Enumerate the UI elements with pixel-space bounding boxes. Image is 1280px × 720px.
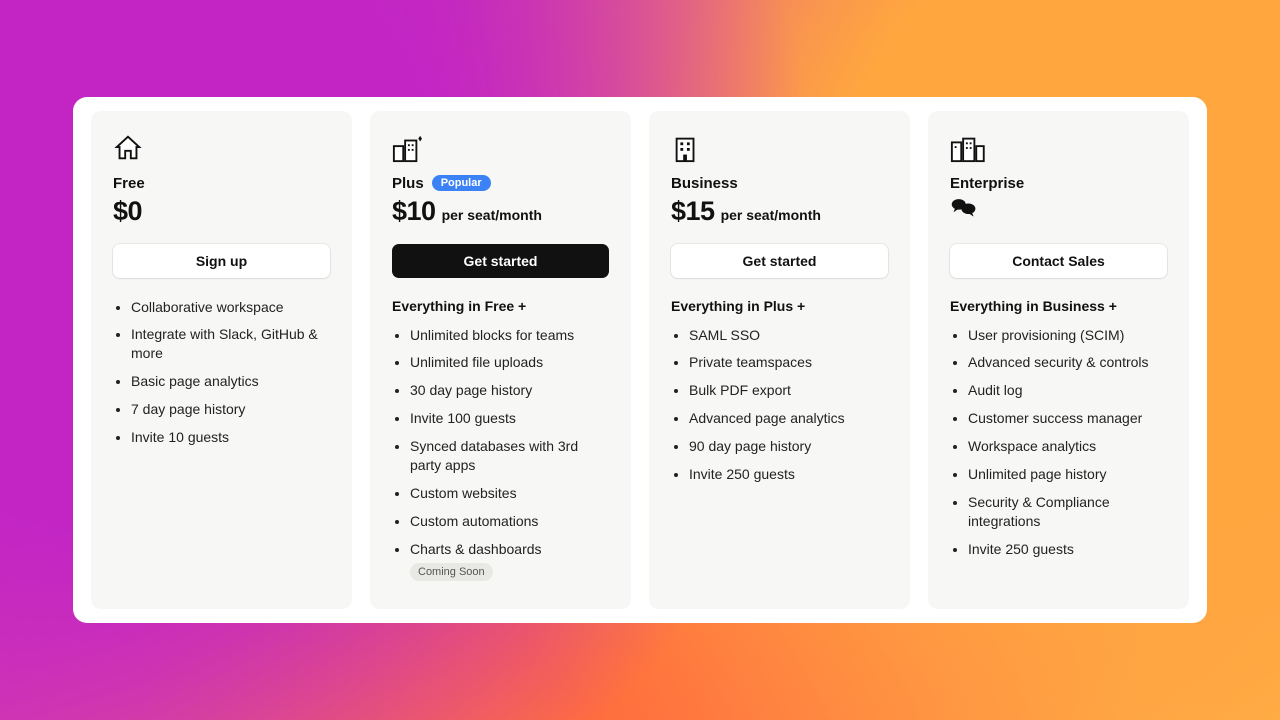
feature-item: Audit log (968, 381, 1167, 400)
plan-price: $10 (392, 196, 436, 227)
feature-item: Invite 250 guests (689, 465, 888, 484)
pricing-panel: Free $0 Sign up Collaborative workspace … (73, 97, 1207, 624)
plan-card-business: Business $15 per seat/month Get started … (649, 111, 910, 610)
plan-card-free: Free $0 Sign up Collaborative workspace … (91, 111, 352, 610)
feature-heading: Everything in Free + (392, 298, 609, 314)
plan-name: Enterprise (950, 175, 1024, 192)
plan-card-plus: Plus Popular $10 per seat/month Get star… (370, 111, 631, 610)
feature-item: Unlimited page history (968, 465, 1167, 484)
feature-list: SAML SSO Private teamspaces Bulk PDF exp… (671, 326, 888, 484)
feature-item: Synced databases with 3rd party apps (410, 437, 609, 475)
contact-sales-button[interactable]: Contact Sales (950, 244, 1167, 278)
feature-item: Custom websites (410, 484, 609, 503)
feature-heading: Everything in Plus + (671, 298, 888, 314)
plan-card-enterprise: Enterprise Contact Sales Everything in B… (928, 111, 1189, 610)
signup-button[interactable]: Sign up (113, 244, 330, 278)
feature-item: SAML SSO (689, 326, 888, 345)
plan-name: Business (671, 175, 738, 192)
feature-item: Workspace analytics (968, 437, 1167, 456)
feature-list: Unlimited blocks for teams Unlimited fil… (392, 326, 609, 582)
chat-icon (950, 196, 978, 218)
feature-item: Advanced page analytics (689, 409, 888, 428)
feature-item: Collaborative workspace (131, 298, 330, 317)
feature-list: User provisioning (SCIM) Advanced securi… (950, 326, 1167, 559)
feature-item: Invite 100 guests (410, 409, 609, 428)
feature-item: 30 day page history (410, 381, 609, 400)
feature-item: Invite 250 guests (968, 540, 1167, 559)
feature-item: Advanced security & controls (968, 353, 1167, 372)
office-icon (671, 133, 888, 163)
feature-item: Customer success manager (968, 409, 1167, 428)
skyline-icon (950, 133, 1167, 163)
plan-price: $0 (113, 196, 142, 227)
feature-item: 7 day page history (131, 400, 330, 419)
feature-item: Bulk PDF export (689, 381, 888, 400)
feature-item: Custom automations (410, 512, 609, 531)
feature-item: Basic page analytics (131, 372, 330, 391)
feature-item: Invite 10 guests (131, 428, 330, 447)
plan-per: per seat/month (721, 207, 821, 223)
feature-heading: Everything in Business + (950, 298, 1167, 314)
plan-per: per seat/month (442, 207, 542, 223)
coming-soon-pill: Coming Soon (410, 563, 493, 582)
buildings-icon (392, 133, 609, 163)
feature-item: Security & Compliance integrations (968, 493, 1167, 531)
feature-item: Integrate with Slack, GitHub & more (131, 325, 330, 363)
feature-item: User provisioning (SCIM) (968, 326, 1167, 345)
feature-list: Collaborative workspace Integrate with S… (113, 298, 330, 447)
feature-item: Unlimited file uploads (410, 353, 609, 372)
get-started-button[interactable]: Get started (671, 244, 888, 278)
feature-item: Private teamspaces (689, 353, 888, 372)
plan-name: Free (113, 175, 145, 192)
feature-item: Charts & dashboards Coming Soon (410, 540, 609, 582)
feature-item: Unlimited blocks for teams (410, 326, 609, 345)
feature-item: 90 day page history (689, 437, 888, 456)
get-started-button[interactable]: Get started (392, 244, 609, 278)
house-icon (113, 133, 330, 163)
plan-price: $15 (671, 196, 715, 227)
popular-badge: Popular (432, 175, 491, 191)
plan-name: Plus (392, 175, 424, 192)
